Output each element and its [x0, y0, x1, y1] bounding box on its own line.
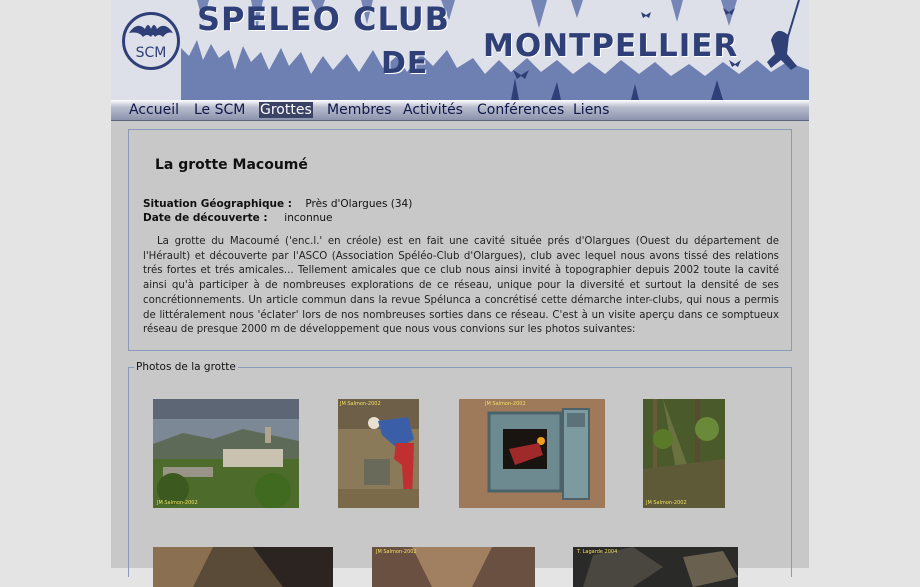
- photo-credit: JM Salmon-2002: [646, 500, 687, 506]
- page: SCM SPELEO CLUB DE MONTPELLIER Accueil L…: [111, 0, 809, 587]
- photo-thumbnail[interactable]: JM Salmon-2002: [338, 399, 419, 508]
- situation-label: Situation Géographique :: [143, 198, 292, 210]
- nav-item-le-scm[interactable]: Le SCM: [194, 102, 245, 118]
- photo-thumbnail[interactable]: T. Lagarde 2004: [573, 547, 738, 587]
- nav-item-activites[interactable]: Activités: [403, 102, 463, 118]
- photo-credit: JM Salmon-2002: [157, 500, 198, 506]
- cave-info-box: La grotte Macoumé Situation Géographique…: [128, 129, 792, 351]
- page-title: La grotte Macoumé: [155, 157, 308, 173]
- banner-title-line2: DE: [381, 46, 429, 81]
- photos-fieldset: Photos de la grotte JM Salmon-2002 JM Sa…: [128, 361, 792, 587]
- nav-item-grottes[interactable]: Grottes: [259, 102, 313, 118]
- photo-credit: JM Salmon-2002: [340, 401, 381, 407]
- logo-text: SCM: [135, 45, 167, 61]
- photo-credit: JM Salmon-2002: [376, 549, 417, 555]
- photo-thumbnail[interactable]: JM Salmon-2002: [153, 399, 299, 508]
- photo-thumbnail[interactable]: JM Salmon-2002: [643, 399, 725, 508]
- photo-thumbnail[interactable]: [153, 547, 333, 587]
- date-label: Date de découverte :: [143, 212, 268, 224]
- photo-thumbnail[interactable]: JM Salmon-2002: [459, 399, 605, 508]
- photo-credit: JM Salmon-2002: [485, 401, 526, 407]
- nav-item-accueil[interactable]: Accueil: [129, 102, 179, 118]
- banner-title-line1: SPELEO CLUB: [197, 0, 451, 38]
- photo-credit: T. Lagarde 2004: [577, 549, 618, 555]
- situation-value: Près d'Olargues (34): [305, 198, 413, 210]
- club-logo[interactable]: SCM: [122, 12, 180, 70]
- site-banner: SCM SPELEO CLUB DE MONTPELLIER: [111, 0, 809, 100]
- banner-title-line3: MONTPELLIER: [483, 28, 739, 64]
- photos-legend: Photos de la grotte: [134, 361, 238, 373]
- nav-item-conferences[interactable]: Conférences: [477, 102, 564, 118]
- date-value: inconnue: [284, 212, 333, 224]
- bat-icon: [129, 25, 173, 37]
- main-nav: Accueil Le SCM Grottes Membres Activités…: [111, 100, 809, 121]
- nav-item-liens[interactable]: Liens: [573, 102, 609, 118]
- cave-description: La grotte du Macoumé ('enc.l.' en créole…: [143, 236, 779, 336]
- photo-thumbnail[interactable]: JM Salmon-2002: [372, 547, 535, 587]
- nav-item-membres[interactable]: Membres: [327, 102, 392, 118]
- situation-line: Situation Géographique : Près d'Olargues…: [143, 198, 412, 210]
- date-line: Date de découverte : inconnue: [143, 212, 333, 224]
